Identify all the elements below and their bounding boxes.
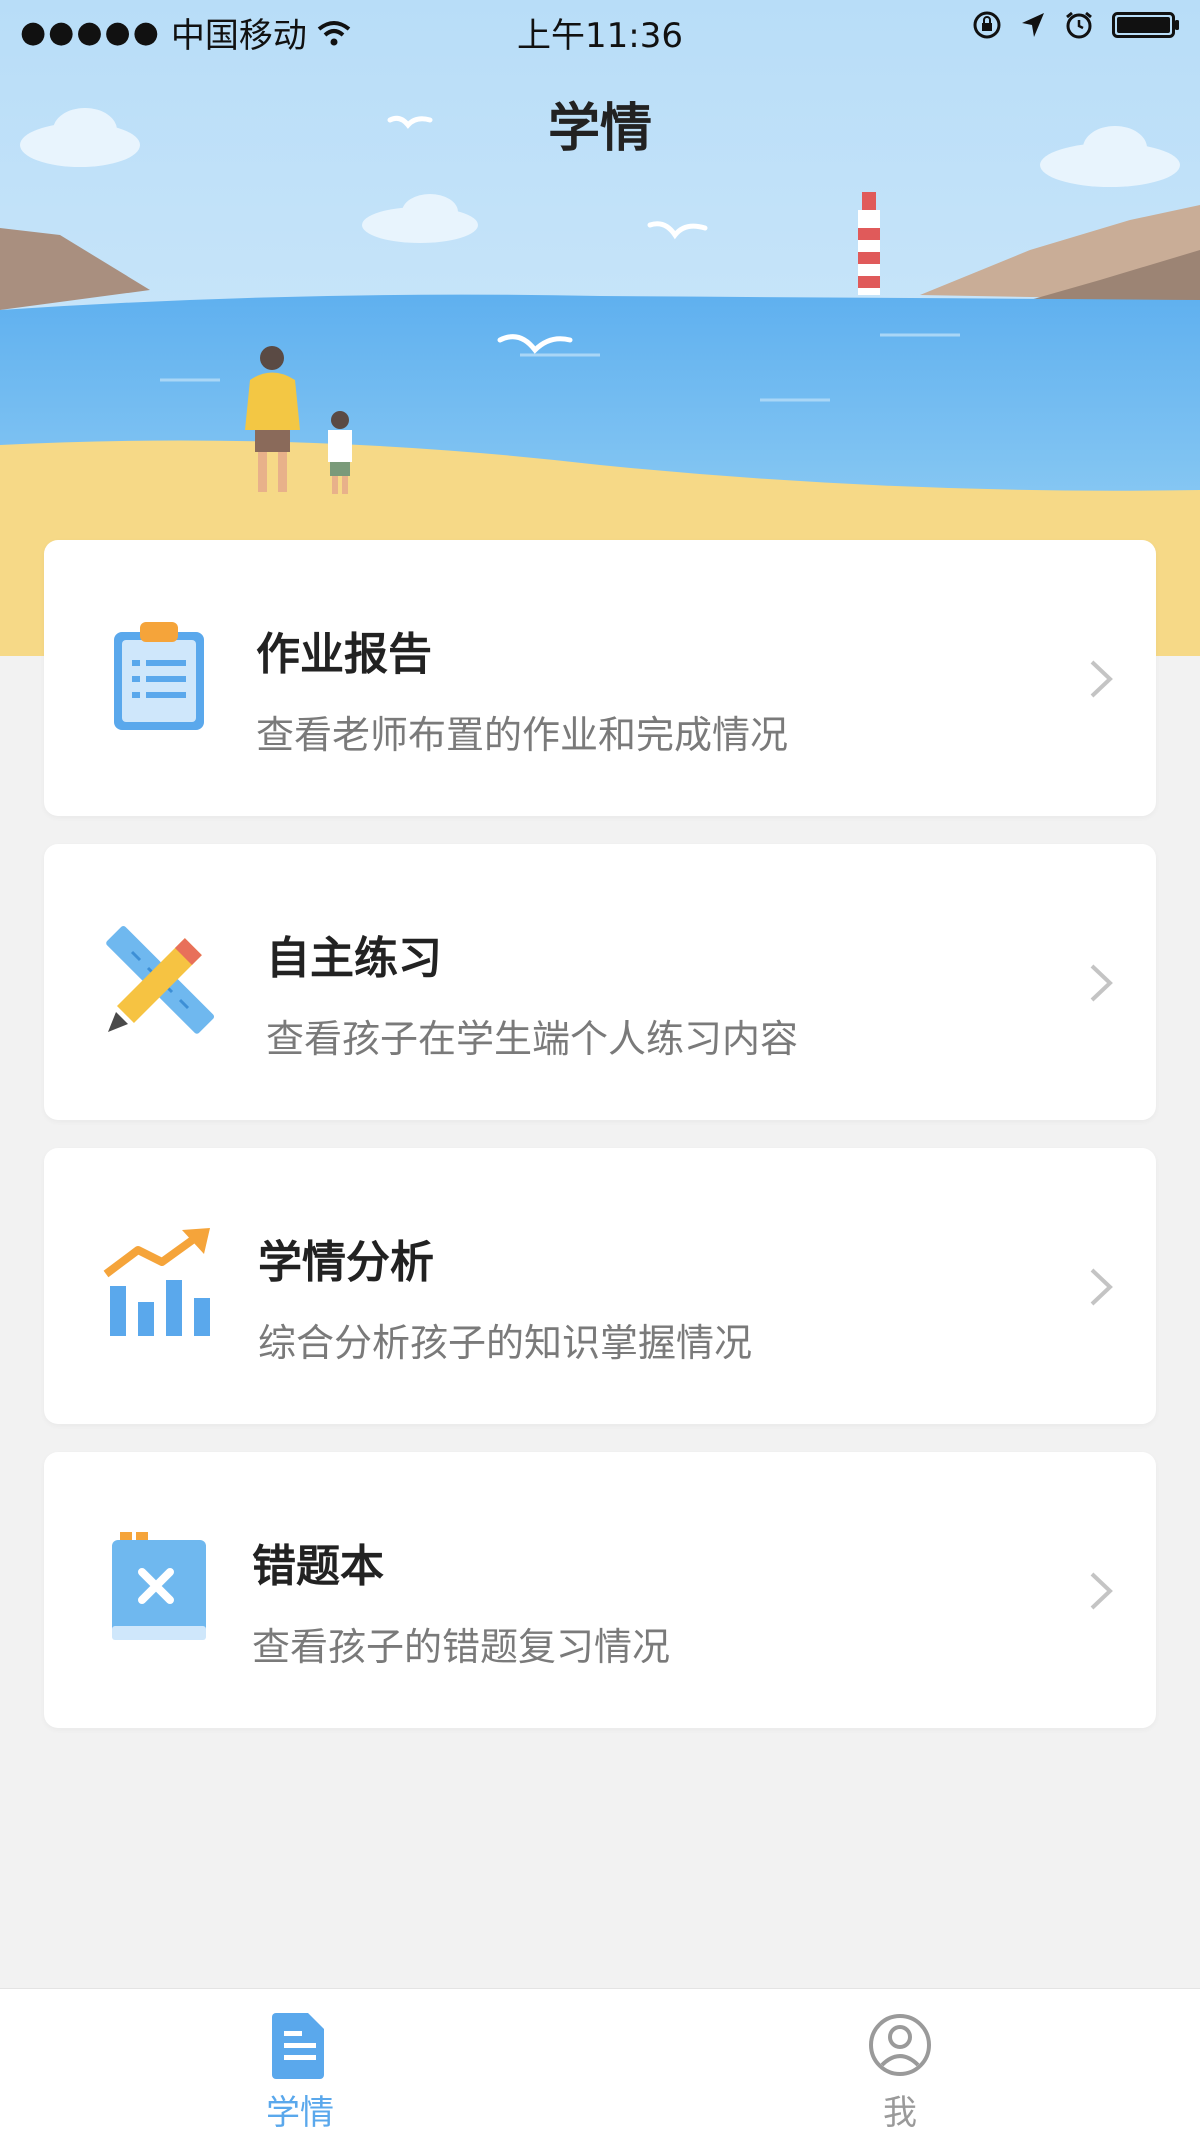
- bar-chart-trend-icon: [103, 1228, 210, 1336]
- card-description: 综合分析孩子的知识掌握情况: [258, 1321, 753, 1365]
- tab-me[interactable]: 我: [800, 1989, 1000, 2134]
- card-title: 作业报告: [256, 629, 432, 680]
- card-description: 查看孩子在学生端个人练习内容: [266, 1017, 799, 1061]
- tab-label: 我: [883, 2093, 917, 2133]
- status-bar: ●●●●● 中国移动 上午11:36: [0, 0, 1200, 60]
- card-mistake-book[interactable]: 错题本 查看孩子的错题复习情况: [44, 1452, 1156, 1728]
- card-learning-analysis[interactable]: 学情分析 综合分析孩子的知识掌握情况: [44, 1148, 1156, 1424]
- rotation-lock-icon: [973, 11, 1001, 39]
- battery-icon: [1112, 12, 1179, 38]
- tab-bar: 学情 我: [0, 1988, 1200, 2134]
- document-icon: [272, 2013, 324, 2079]
- card-self-practice[interactable]: 自主练习 查看孩子在学生端个人练习内容: [44, 844, 1156, 1120]
- card-description: 查看孩子的错题复习情况: [252, 1625, 671, 1669]
- page-title: 学情: [547, 99, 652, 159]
- card-title: 错题本: [252, 1541, 384, 1592]
- card-homework-report[interactable]: 作业报告 查看老师布置的作业和完成情况: [44, 540, 1156, 816]
- location-icon: [1022, 13, 1044, 37]
- user-icon: [869, 2014, 931, 2076]
- mistake-book-icon: [112, 1532, 206, 1640]
- chevron-right-icon: [1090, 660, 1113, 698]
- chevron-right-icon: [1090, 1572, 1113, 1610]
- pencil-ruler-icon: [106, 925, 215, 1034]
- chevron-right-icon: [1090, 1268, 1113, 1306]
- chevron-right-icon: [1090, 964, 1113, 1002]
- card-title: 学情分析: [258, 1237, 434, 1288]
- card-title: 自主练习: [266, 933, 442, 984]
- alarm-icon: [1066, 11, 1092, 39]
- tab-label: 学情: [266, 2093, 334, 2133]
- tab-learning[interactable]: 学情: [200, 1989, 400, 2134]
- clipboard-icon: [114, 622, 204, 730]
- card-description: 查看老师布置的作业和完成情况: [256, 713, 789, 757]
